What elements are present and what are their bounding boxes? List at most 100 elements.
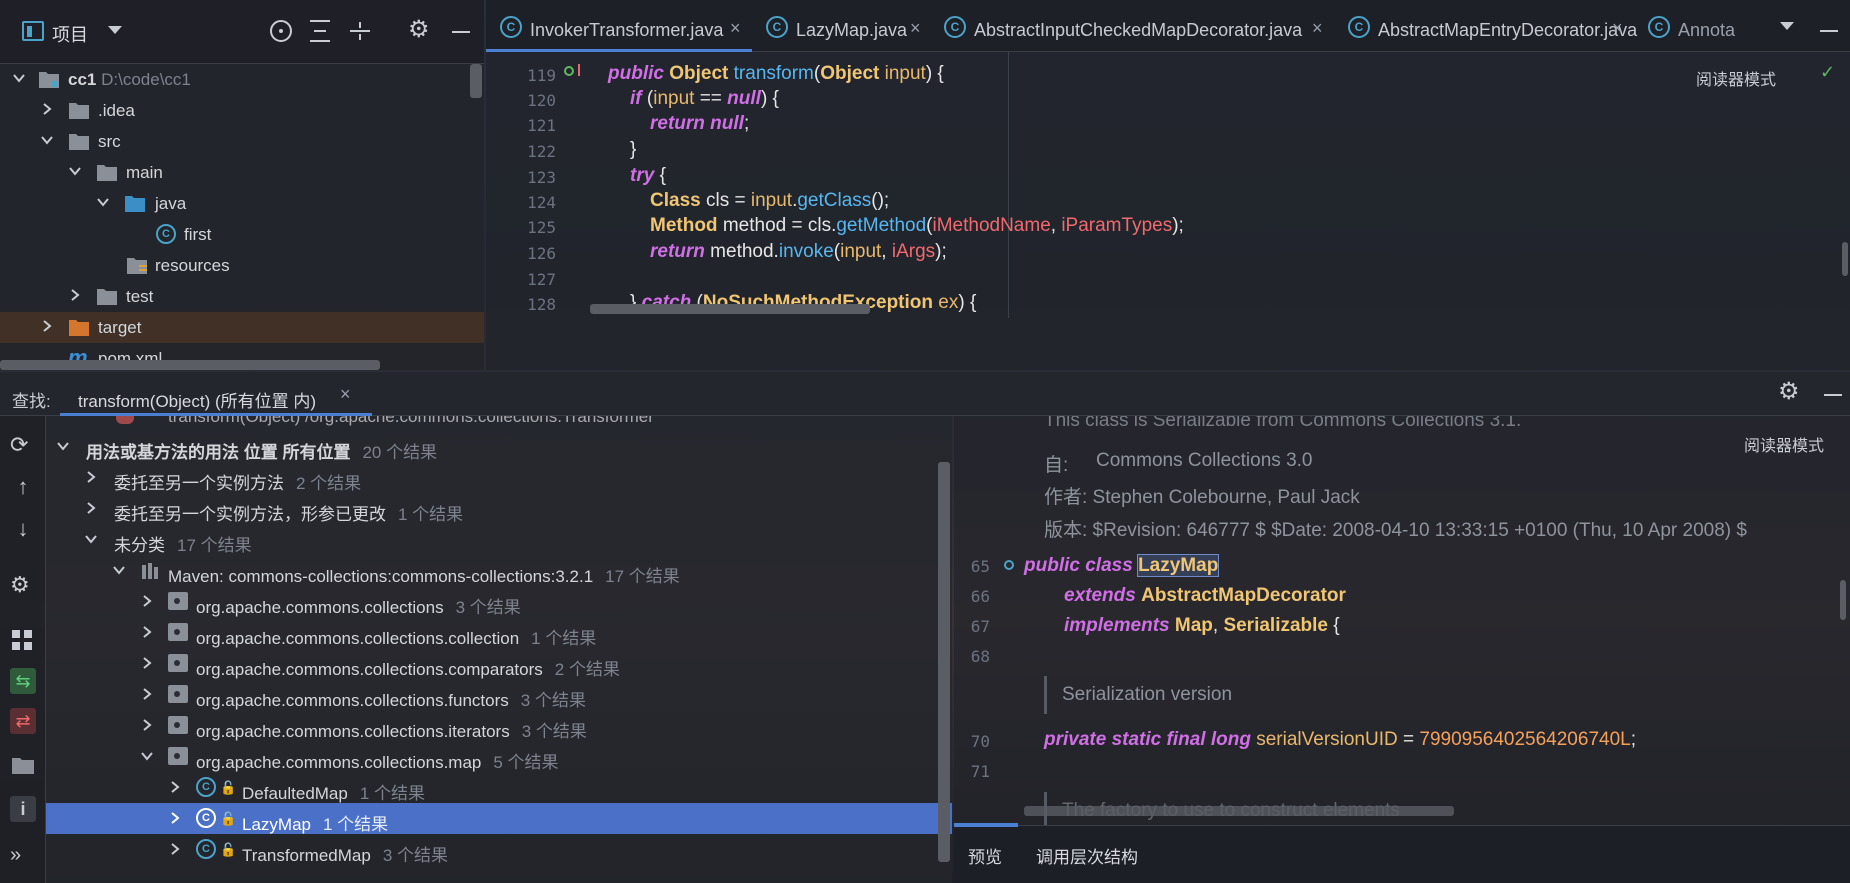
tabs-dropdown-icon[interactable] bbox=[1780, 22, 1794, 30]
tree-item-target[interactable]: target bbox=[0, 312, 484, 343]
result-label: Maven: commons-collections:commons-colle… bbox=[168, 567, 594, 586]
tab-label: AbstractMapEntryDecorator.java bbox=[1378, 20, 1638, 40]
tab-annotation[interactable]: C Annota bbox=[1634, 0, 1774, 52]
result-count: 1 个结果 bbox=[359, 784, 426, 803]
tab-invoker-transformer[interactable]: C InvokerTransformer.java × bbox=[486, 0, 752, 52]
down-arrow-icon[interactable]: ↓ bbox=[10, 516, 36, 542]
tab-label: Annota bbox=[1678, 20, 1736, 40]
code-line-119: public Object transform(Object input) { bbox=[608, 63, 944, 84]
tree-item-resources[interactable]: resources bbox=[0, 250, 484, 281]
reader-mode-button[interactable]: 阅读器模式 bbox=[1696, 66, 1776, 90]
editor-tabs: C InvokerTransformer.java × C LazyMap.ja… bbox=[486, 0, 1850, 52]
dropdown-icon[interactable] bbox=[108, 26, 122, 34]
doc-text: This class is Serializable from Commons … bbox=[1044, 416, 1522, 431]
result-count: 3 个结果 bbox=[455, 598, 521, 617]
up-arrow-icon[interactable]: ↑ bbox=[10, 474, 36, 500]
editor-v-scrollbar[interactable] bbox=[1842, 242, 1848, 276]
code-line-123: try { bbox=[630, 165, 666, 186]
override-gutter-icon[interactable] bbox=[578, 64, 580, 76]
result-label: 委托至另一个实例方法，形参已更改 bbox=[114, 505, 386, 524]
resources-folder-icon bbox=[127, 258, 147, 274]
locate-icon[interactable] bbox=[270, 20, 292, 42]
class-icon: C bbox=[1648, 16, 1670, 38]
tree-item-first[interactable]: C first bbox=[0, 219, 484, 250]
line-number: 122 bbox=[527, 142, 556, 161]
reader-mode-button[interactable]: 阅读器模式 bbox=[1744, 432, 1824, 456]
result-delegate-group[interactable]: 委托至另一个实例方法 2 个结果 bbox=[46, 462, 952, 493]
tree-item-java[interactable]: java bbox=[0, 188, 484, 219]
project-title[interactable]: 项目 bbox=[52, 21, 88, 47]
close-icon[interactable]: × bbox=[1312, 18, 1323, 39]
result-package[interactable]: org.apache.commons.collections.comparato… bbox=[46, 648, 952, 679]
tree-item-main[interactable]: main bbox=[0, 157, 484, 188]
folder-filter-icon[interactable] bbox=[10, 752, 36, 778]
result-count: 17 个结果 bbox=[177, 536, 252, 555]
tree-item-src[interactable]: src bbox=[0, 126, 484, 157]
result-maven-library[interactable]: Maven: commons-collections:commons-colle… bbox=[46, 555, 952, 586]
result-class-transformedmap[interactable]: C 🔓 TransformedMap 3 个结果 bbox=[46, 834, 952, 865]
find-tab-label: transform(Object) (所有位置 内) bbox=[78, 392, 317, 411]
close-icon[interactable]: × bbox=[1612, 18, 1623, 39]
package-icon bbox=[168, 592, 188, 610]
tab-label: InvokerTransformer.java bbox=[530, 20, 724, 40]
close-icon[interactable]: × bbox=[730, 18, 741, 39]
tab-call-hierarchy[interactable]: 调用层次结构 bbox=[1036, 843, 1138, 868]
result-class-lazymap[interactable]: C 🔓 LazyMap 1 个结果 bbox=[46, 803, 952, 834]
class-icon: C bbox=[156, 224, 176, 244]
result-unclassified-group[interactable]: 未分类 17 个结果 bbox=[46, 524, 952, 555]
minimize-icon[interactable] bbox=[452, 31, 470, 33]
code-editor[interactable]: 阅读器模式 ✓ 119 120 121 122 123 124 125 126 … bbox=[486, 52, 1850, 370]
result-package-map[interactable]: org.apache.commons.collections.map 5 个结果 bbox=[46, 741, 952, 772]
tab-lazymap[interactable]: C LazyMap.java × bbox=[752, 0, 930, 52]
tree-item-cc1[interactable]: cc1 D:\code\cc1 bbox=[0, 64, 484, 95]
tree-label: target bbox=[98, 318, 142, 337]
rerun-icon[interactable]: ⟳ bbox=[10, 432, 36, 458]
result-label: 用法或基方法的用法 位置 所有位置 bbox=[86, 443, 351, 462]
implements-gutter-icon[interactable] bbox=[564, 66, 574, 76]
find-side-toolbar: ⟳ ↑ ↓ ⚙ ⇆ ⇄ i » bbox=[0, 416, 46, 883]
folder-icon bbox=[69, 134, 89, 150]
group-icon[interactable] bbox=[10, 628, 36, 654]
result-usages-group[interactable]: 用法或基方法的用法 位置 所有位置 20 个结果 bbox=[46, 431, 952, 462]
preview-h-scrollbar[interactable] bbox=[1024, 806, 1454, 816]
expand-all-icon[interactable] bbox=[310, 20, 330, 42]
result-package[interactable]: org.apache.commons.collections.collectio… bbox=[46, 617, 952, 648]
close-icon[interactable]: × bbox=[910, 18, 921, 39]
check-icon: ✓ bbox=[1820, 62, 1836, 82]
gear-icon[interactable]: ⚙ bbox=[408, 18, 430, 42]
lock-icon: 🔓 bbox=[220, 842, 237, 857]
result-class-defaultedmap[interactable]: C 🔓 DefaultedMap 1 个结果 bbox=[46, 772, 952, 803]
info-icon[interactable]: i bbox=[10, 796, 36, 822]
result-count: 17 个结果 bbox=[605, 567, 680, 586]
result-root-row[interactable]: transform(Object) /org.apache.commons.co… bbox=[46, 416, 952, 431]
result-package[interactable]: org.apache.commons.collections.iterators… bbox=[46, 710, 952, 741]
result-package[interactable]: org.apache.commons.collections.functors 3… bbox=[46, 679, 952, 710]
result-label: org.apache.commons.collections.collectio… bbox=[196, 629, 520, 648]
tab-abstract-map-entry[interactable]: C AbstractMapEntryDecorator.java × bbox=[1334, 0, 1638, 52]
show-write-access-icon[interactable]: ⇄ bbox=[10, 708, 36, 734]
preview-v-scrollbar[interactable] bbox=[1840, 580, 1846, 620]
settings-icon[interactable]: ⚙ bbox=[10, 572, 36, 598]
minimize-icon[interactable] bbox=[1824, 394, 1842, 396]
line-number: 123 bbox=[527, 168, 556, 187]
tab-preview[interactable]: 预览 bbox=[968, 843, 1002, 868]
tree-item-idea[interactable]: .idea bbox=[0, 95, 484, 126]
editor-h-scrollbar[interactable] bbox=[590, 304, 870, 314]
tab-find-transform[interactable]: transform(Object) (所有位置 内) × bbox=[60, 372, 372, 416]
more-icon[interactable]: » bbox=[10, 842, 36, 868]
minimize-icon[interactable] bbox=[1820, 30, 1838, 32]
tree-label: cc1 bbox=[68, 70, 97, 89]
result-delegate-changed-group[interactable]: 委托至另一个实例方法，形参已更改 1 个结果 bbox=[46, 493, 952, 524]
results-scrollbar[interactable] bbox=[938, 462, 950, 862]
line-number: 120 bbox=[527, 91, 556, 110]
result-package[interactable]: org.apache.commons.collections 3 个结果 bbox=[46, 586, 952, 617]
collapse-all-icon[interactable] bbox=[350, 20, 370, 42]
show-read-access-icon[interactable]: ⇆ bbox=[10, 668, 36, 694]
implemented-gutter-icon[interactable] bbox=[1004, 560, 1014, 570]
gear-icon[interactable]: ⚙ bbox=[1778, 380, 1800, 404]
tree-h-scrollbar[interactable] bbox=[0, 360, 380, 370]
close-icon[interactable]: × bbox=[340, 384, 351, 405]
tab-abstract-input-checked[interactable]: C AbstractInputCheckedMapDecorator.java … bbox=[930, 0, 1334, 52]
tree-item-test[interactable]: test bbox=[0, 281, 484, 312]
project-toolbar: 项目 ⚙ bbox=[0, 0, 484, 64]
